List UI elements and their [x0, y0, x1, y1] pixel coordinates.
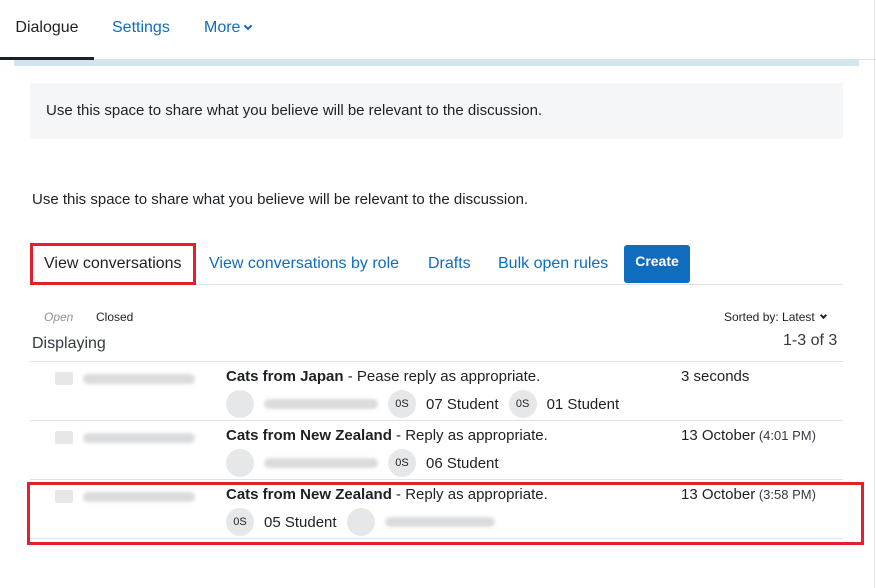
create-button[interactable]: Create [624, 245, 690, 283]
conversation-tabs: View conversations View conversations by… [30, 243, 843, 285]
sort-dropdown[interactable]: Sorted by: Latest [724, 310, 827, 324]
conversation-date: 13 October (3:58 PM) [681, 486, 816, 504]
participant [226, 390, 378, 418]
tab-view-by-role-label: View conversations by role [209, 255, 400, 272]
subject-title: Cats from New Zealand [226, 486, 392, 503]
tab-view-conversations-by-role[interactable]: View conversations by role [209, 243, 399, 285]
participant-name: 06 Student [426, 454, 499, 472]
participant [346, 508, 495, 536]
tab-more-label: More [204, 19, 241, 36]
conversation-subject[interactable]: Cats from New Zealand - Reply as appropr… [226, 486, 548, 504]
tab-view-conversations-label: View conversations [44, 255, 182, 272]
participant: 0S 06 Student [388, 449, 499, 477]
participant-name-redacted [264, 399, 378, 409]
avatar [226, 390, 254, 418]
participant: 0S 01 Student [508, 390, 620, 418]
avatar [226, 449, 254, 477]
participant-name: 07 Student [426, 395, 499, 413]
frame-border [874, 0, 875, 588]
sort-label: Sorted by: Latest [724, 310, 815, 324]
conversation-date: 13 October (4:01 PM) [681, 427, 816, 445]
subject-message: - Pease reply as appropriate. [343, 368, 541, 385]
author-avatar [55, 431, 73, 445]
participant-name: 05 Student [264, 513, 337, 531]
tab-view-conversations[interactable]: View conversations [30, 243, 196, 285]
participant-name-redacted [264, 458, 378, 468]
displaying-label: Displaying [32, 335, 106, 352]
tab-settings-label: Settings [112, 19, 170, 36]
tab-bulk-open-rules-label: Bulk open rules [498, 255, 609, 272]
participants: 0S 06 Student [226, 449, 509, 477]
avatar [346, 508, 375, 536]
avatar: 0S [388, 449, 416, 477]
avatar: 0S [388, 390, 416, 418]
author-avatar [55, 490, 73, 504]
subject-title: Cats from Japan [226, 368, 344, 385]
time-text: (3:58 PM) [755, 487, 816, 502]
conversation-subject[interactable]: Cats from New Zealand - Reply as appropr… [226, 427, 548, 445]
time-text: (4:01 PM) [755, 428, 816, 443]
participants: 0S 05 Student [226, 508, 505, 536]
participant: 0S 07 Student [388, 390, 499, 418]
header-accent-bar [14, 60, 859, 66]
intro-description: Use this space to share what you believe… [32, 191, 529, 208]
subject-message: - Reply as appropriate. [391, 427, 548, 444]
tab-dialogue-label: Dialogue [15, 19, 79, 36]
intro-callout: Use this space to share what you believe… [30, 83, 843, 139]
tab-bulk-open-rules[interactable]: Bulk open rules [498, 243, 608, 285]
filter-open[interactable]: Open [44, 310, 73, 324]
date-text: 3 seconds [681, 368, 750, 385]
filter-closed[interactable]: Closed [96, 310, 133, 324]
result-count: 1-3 of 3 [783, 332, 838, 349]
chevron-down-icon [244, 21, 253, 31]
author-name-redacted [83, 491, 195, 502]
subject-message: - Reply as appropriate. [391, 486, 548, 503]
tab-drafts-label: Drafts [428, 255, 471, 272]
conversation-row[interactable]: Cats from New Zealand - Reply as appropr… [30, 479, 843, 539]
tab-settings[interactable]: Settings [112, 0, 170, 60]
conversation-subject[interactable]: Cats from Japan - Pease reply as appropr… [226, 368, 540, 386]
participants: 0S 07 Student 0S 01 Student [226, 390, 629, 418]
conversation-date: 3 seconds [681, 368, 749, 386]
subject-title: Cats from New Zealand [226, 427, 392, 444]
conversation-row[interactable]: Cats from New Zealand - Reply as appropr… [30, 420, 843, 479]
author [55, 488, 195, 506]
author-avatar [55, 372, 73, 386]
date-text: 13 October [681, 486, 756, 503]
avatar: 0S [226, 508, 254, 536]
author-name-redacted [83, 432, 195, 443]
participant: 0S 05 Student [226, 508, 337, 536]
tab-more[interactable]: More [204, 0, 253, 60]
author [55, 370, 195, 388]
participant [226, 449, 378, 477]
course-nav-tabs: Dialogue Settings More [0, 0, 876, 60]
date-text: 13 October [681, 427, 756, 444]
chevron-down-icon [819, 311, 827, 320]
participant-name: 01 Student [546, 395, 620, 413]
avatar: 0S [508, 390, 537, 418]
tab-dialogue[interactable]: Dialogue [0, 0, 94, 60]
intro-callout-text: Use this space to share what you believe… [46, 102, 543, 119]
tab-drafts[interactable]: Drafts [428, 243, 471, 285]
author-name-redacted [83, 373, 195, 384]
participant-name-redacted [384, 517, 495, 527]
conversation-row[interactable]: Cats from Japan - Pease reply as appropr… [30, 361, 843, 420]
author [55, 429, 195, 447]
